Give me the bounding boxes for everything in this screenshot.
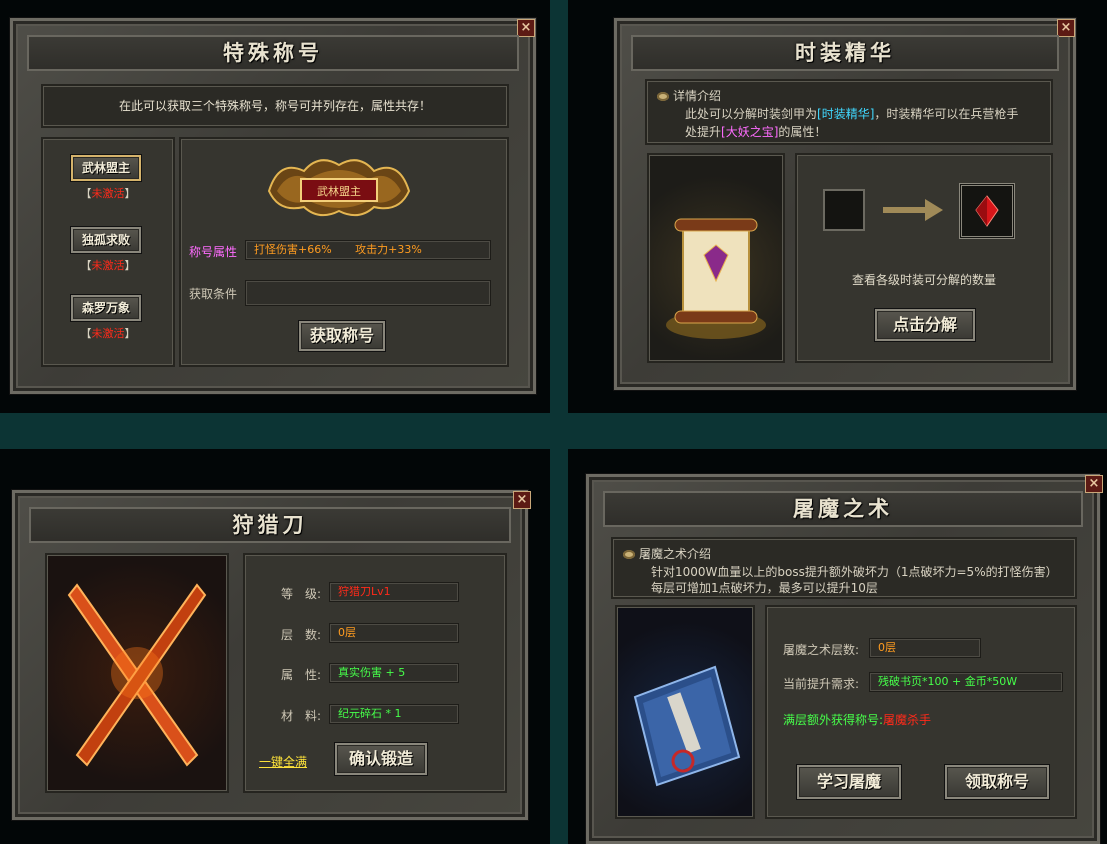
crossed-blades-image [67,583,207,767]
close-button[interactable]: × [1085,475,1103,493]
attribute-label: 属 性: [281,668,322,682]
decompose-button[interactable]: 点击分解 [875,309,975,341]
detail-intro: 详情介绍 此处可以分解时装剑甲为[时装精华]，时装精华可以在兵营枪手 处提升[大… [645,79,1053,145]
requirement-label: 当前提升需求: [783,677,860,691]
title-list: 武林盟主 【未激活】 独孤求败 【未激活】 森罗万象 【未激活】 [41,137,175,367]
forge-info: 等 级: 狩猎刀Lv1 层 数: 0层 属 性: 真实伤害 + 5 材 料: 纪… [243,553,507,793]
title-plaque-image: 武林盟主 [259,151,419,223]
demon-info: 屠魔之术层数: 0层 当前提升需求: 残破书页*100 + 金币*50W 满层额… [765,605,1077,819]
material-field: 纪元碎石 * 1 [329,704,459,724]
hint-text[interactable]: 查看各级时装可分解的数量 [797,271,1051,288]
hunting-blade-panel: × 狩猎刀 等 级: 狩猎刀Lv1 层 数: 0层 属 性: 真实伤害 + 5 … [12,490,531,820]
layer-field: 0层 [329,623,459,643]
requirement-field: 残破书页*100 + 金币*50W [869,672,1063,692]
title-tab-senluo[interactable]: 森罗万象 [71,295,141,321]
claim-title-button[interactable]: 领取称号 [945,765,1049,799]
panel-title: 屠魔之术 [603,491,1083,527]
intro-line-1: 针对1000W血量以上的boss提升额外破坏力（1点破坏力=5%的打怪伤害） [651,565,1058,579]
demon-slaying-panel: × 屠魔之术 屠魔之术介绍 针对1000W血量以上的boss提升额外破坏力（1点… [586,474,1103,844]
attr-field: 打怪伤害+66% 攻击力+33% [245,240,491,260]
intro-icon [623,550,635,559]
title-tab-dugu[interactable]: 独孤求败 [71,227,141,253]
attribute-field: 真实伤害 + 5 [329,663,459,683]
intro-line-1: 此处可以分解时装剑甲为[时装精华]，时装精华可以在兵营枪手 [685,107,1019,121]
book-image-frame [615,605,755,819]
cond-field [245,280,491,306]
intro-line-2: 每层可增加1点破坏力，最多可以提升10层 [651,581,878,595]
title-status-wulin: 【未激活】 [80,187,136,200]
confirm-forge-button[interactable]: 确认锻造 [335,743,427,775]
decompose-area: 查看各级时装可分解的数量 点击分解 [795,153,1053,363]
divider-horizontal [0,413,1107,449]
red-gem-icon [975,195,999,227]
get-title-button[interactable]: 获取称号 [299,321,385,351]
max-all-link[interactable]: 一键全满 [259,753,307,770]
blade-image-frame [45,553,229,793]
material-label: 材 料: [281,709,322,723]
panel-title: 时装精华 [631,35,1059,71]
intro-icon [657,92,669,101]
scroll-image-frame [647,153,785,363]
intro-title: 屠魔之术介绍 [623,545,711,562]
close-button[interactable]: × [513,491,531,509]
level-label: 等 级: [281,587,322,601]
learn-demon-button[interactable]: 学习屠魔 [797,765,901,799]
fashion-scroll-image [666,218,766,339]
arrow-right-icon [883,199,943,221]
input-slot[interactable] [823,189,865,231]
layer-label: 屠魔之术层数: [783,643,860,657]
special-title-panel: × 特殊称号 在此可以获取三个特殊称号，称号可并列存在，属性共存！ 武林盟主 【… [10,18,536,394]
demon-intro: 屠魔之术介绍 针对1000W血量以上的boss提升额外破坏力（1点破坏力=5%的… [611,537,1077,599]
fashion-essence-panel: × 时装精华 详情介绍 此处可以分解时装剑甲为[时装精华]，时装精华可以在兵营枪… [614,18,1076,390]
close-button[interactable]: × [517,19,535,37]
title-tab-wulin[interactable]: 武林盟主 [71,155,141,181]
info-text: 在此可以获取三个特殊称号，称号可并列存在，属性共存！ [118,99,431,113]
intro-title: 详情介绍 [657,87,721,104]
level-field: 狩猎刀Lv1 [329,582,459,602]
attr-label: 称号属性 [189,245,238,259]
layer-field: 0层 [869,638,981,658]
intro-line-2: 处提升[大妖之宝]的属性！ [685,125,827,139]
title-status-dugu: 【未激活】 [80,259,136,272]
bonus-title-row: 满层额外获得称号:屠魔杀手 [783,713,932,727]
layer-label: 层 数: [281,628,322,642]
cond-label: 获取条件 [189,287,238,301]
plaque-text: 武林盟主 [317,184,361,198]
info-bar: 在此可以获取三个特殊称号，称号可并列存在，属性共存！ [41,84,509,128]
close-button[interactable]: × [1057,19,1075,37]
panel-title: 特殊称号 [27,35,519,71]
title-status-senluo: 【未激活】 [80,327,136,340]
output-slot[interactable] [959,183,1015,239]
demon-book-image [633,665,741,787]
title-detail: 武林盟主 称号属性 打怪伤害+66% 攻击力+33% 获取条件 获取称号 [179,137,509,367]
panel-title: 狩猎刀 [29,507,511,543]
